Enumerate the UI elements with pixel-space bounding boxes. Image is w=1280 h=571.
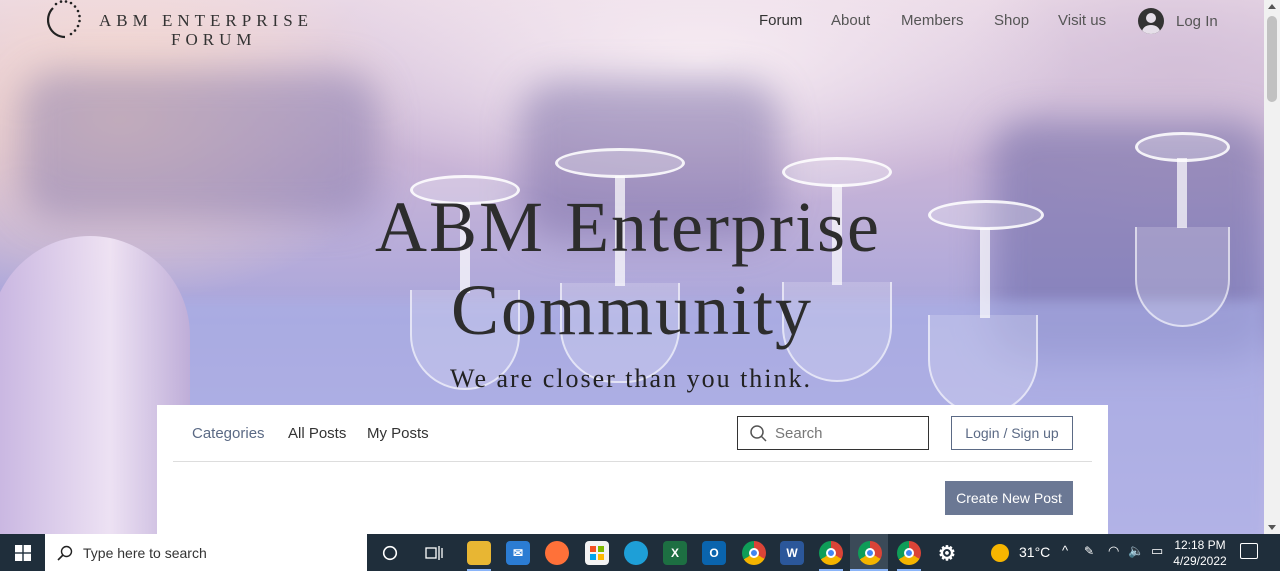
chrome-profile-b-icon[interactable] [858, 541, 882, 565]
battery-icon[interactable]: ▭ [1151, 543, 1163, 559]
search-placeholder: Search [775, 424, 823, 442]
outlook-icon[interactable]: O [702, 541, 726, 565]
nav-item-visit-us[interactable]: Visit us [1058, 12, 1106, 29]
pen-input-icon[interactable]: ✎ [1084, 544, 1094, 558]
logo-icon[interactable] [45, 0, 85, 40]
tab-all-posts[interactable]: All Posts [288, 425, 346, 442]
page-scrollbar[interactable] [1264, 0, 1280, 534]
search-icon [750, 424, 767, 442]
brand-name-line2[interactable]: FORUM [171, 30, 256, 50]
tab-my-posts[interactable]: My Posts [367, 425, 429, 442]
chrome-profile-m-icon[interactable] [819, 541, 843, 565]
create-new-post-button[interactable]: Create New Post [945, 481, 1073, 515]
nav-item-about[interactable]: About [831, 12, 870, 29]
cortana-icon[interactable] [378, 541, 402, 565]
file-explorer-icon[interactable] [467, 541, 491, 565]
clock-date: 4/29/2022 [1173, 554, 1227, 568]
scroll-down-arrow-icon[interactable] [1268, 525, 1276, 530]
firefox-icon[interactable] [545, 541, 569, 565]
brand-name-line1[interactable]: ABM ENTERPRISE [99, 11, 313, 31]
mail-icon[interactable]: ✉ [506, 541, 530, 565]
microsoft-store-icon[interactable] [585, 541, 609, 565]
settings-icon[interactable]: ⚙ [935, 541, 959, 565]
edge-icon[interactable] [624, 541, 648, 565]
weather-sun-icon[interactable] [991, 544, 1009, 562]
panel-divider [173, 461, 1092, 462]
hero-subtitle: We are closer than you think. [449, 364, 813, 393]
forum-panel: Categories All Posts My Posts Search Log… [157, 405, 1108, 534]
clock-time: 12:18 PM [1174, 538, 1226, 552]
task-view-icon[interactable] [422, 541, 446, 565]
forum-search-input[interactable]: Search [737, 416, 929, 450]
taskbar-search-box[interactable]: Type here to search [45, 534, 367, 571]
chrome-icon-2[interactable] [897, 541, 921, 565]
nav-item-forum[interactable]: Forum [759, 12, 802, 29]
taskbar-search-placeholder: Type here to search [83, 544, 207, 561]
search-icon [57, 545, 73, 561]
user-avatar-icon[interactable] [1138, 8, 1164, 34]
windows-taskbar: Type here to search ✉ X O W ⚙ 31°C ^ ✎ ◠… [0, 534, 1280, 571]
windows-logo-icon [14, 544, 31, 561]
scrollbar-thumb[interactable] [1267, 16, 1277, 102]
header-login[interactable]: Log In [1138, 8, 1218, 34]
tab-categories[interactable]: Categories [192, 425, 265, 442]
wifi-icon[interactable]: ◠ [1108, 543, 1119, 559]
excel-icon[interactable]: X [663, 541, 687, 565]
scroll-up-arrow-icon[interactable] [1268, 4, 1276, 9]
nav-item-members[interactable]: Members [901, 12, 964, 29]
taskbar-clock[interactable]: 12:18 PM 4/29/2022 [1170, 537, 1230, 569]
notifications-icon[interactable] [1240, 543, 1258, 559]
weather-temperature[interactable]: 31°C [1019, 544, 1050, 560]
hero-title-line1: ABM Enterprise [375, 187, 881, 267]
start-button[interactable] [0, 534, 45, 571]
hero-title-line2: Community [450, 270, 814, 350]
nav-item-shop[interactable]: Shop [994, 12, 1029, 29]
header-login-label[interactable]: Log In [1176, 13, 1218, 30]
login-signup-button[interactable]: Login / Sign up [951, 416, 1073, 450]
chevron-up-icon[interactable]: ^ [1062, 543, 1068, 558]
word-icon[interactable]: W [780, 541, 804, 565]
chrome-icon[interactable] [742, 541, 766, 565]
speaker-muted-icon[interactable]: 🔈 [1128, 543, 1144, 559]
